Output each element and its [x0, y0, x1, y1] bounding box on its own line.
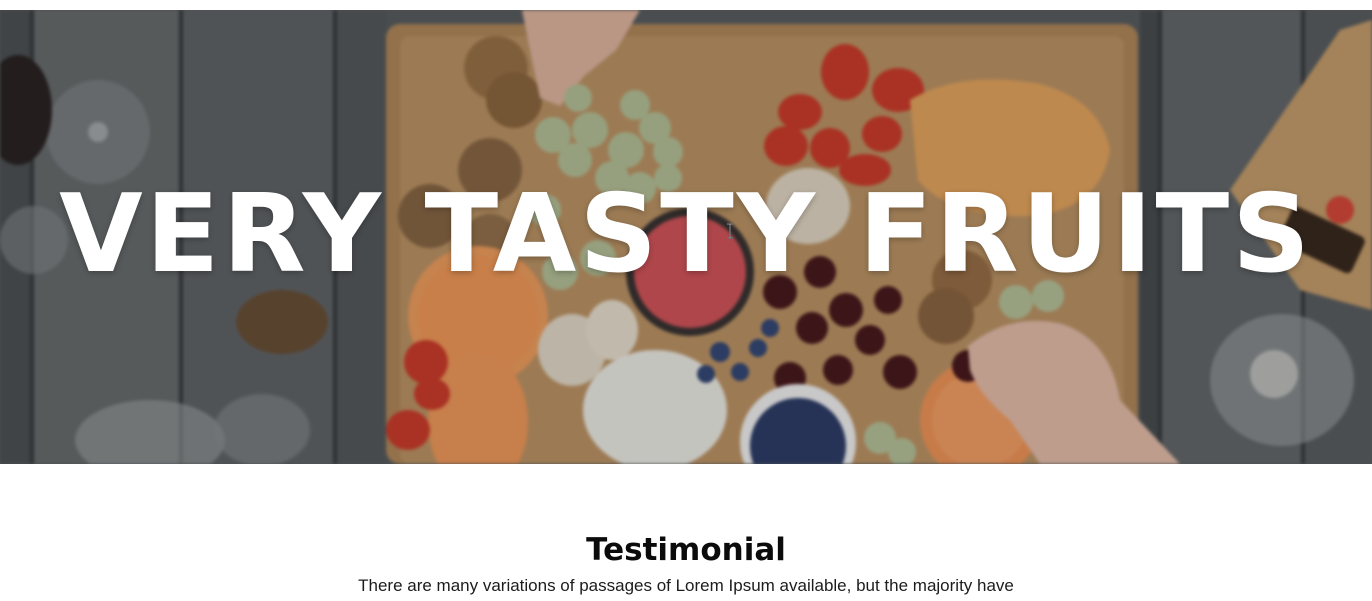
- hero-banner: VERY TASTY FRUITS: [0, 10, 1372, 464]
- page: VERY TASTY FRUITS Testimonial There are …: [0, 0, 1372, 601]
- hero-title: VERY TASTY FRUITS: [59, 172, 1313, 297]
- testimonial-heading: Testimonial: [586, 532, 786, 568]
- top-strip: [0, 0, 1372, 10]
- text-cursor-icon: [727, 223, 733, 239]
- testimonial-section: Testimonial There are many variations of…: [0, 464, 1372, 601]
- testimonial-text: There are many variations of passages of…: [358, 576, 1014, 595]
